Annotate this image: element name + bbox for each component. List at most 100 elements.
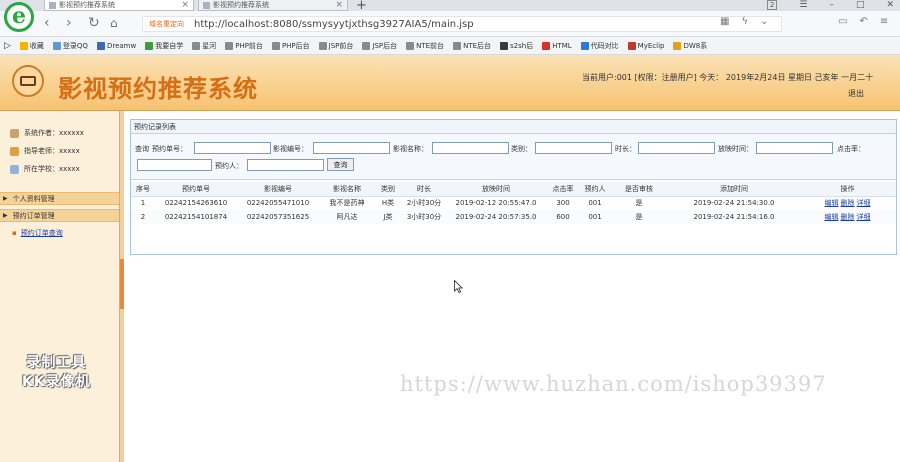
- app-header: 影视预约推荐系统 当前用户:001 [权限：注册用户] 今天： 2019年2月2…: [0, 55, 900, 111]
- column-header: 预约人: [581, 182, 609, 197]
- film-no-input[interactable]: [313, 142, 390, 154]
- browser-tab-1[interactable]: 影视预约推荐系统 ×: [44, 0, 194, 11]
- window-controls: 2 ☰ – □ ✕: [766, 0, 894, 10]
- site-watermark: https://www.huzhan.com/ishop39397: [400, 372, 827, 396]
- browser-tab-2[interactable]: 影视预约推荐系统 ×: [198, 0, 348, 11]
- bookmark-item[interactable]: HTML: [542, 41, 572, 50]
- search-prefix: 查询: [135, 145, 149, 153]
- bookmark-label: NTE前台: [416, 41, 445, 50]
- app-title: 影视预约推荐系统: [58, 75, 258, 103]
- grid-icon[interactable]: ▦: [720, 16, 729, 27]
- sidebar-item-label[interactable]: 预约订单查询: [21, 229, 63, 237]
- column-header: 影视编号: [237, 182, 319, 197]
- redirect-tag: 域名重定向: [149, 20, 184, 28]
- url-text[interactable]: http://localhost:8080/ssmysyytjxthsg3927…: [194, 19, 474, 30]
- bookmark-item[interactable]: NTE后台: [453, 41, 491, 51]
- bookmark-item[interactable]: s2sh后: [500, 41, 533, 51]
- detail-link[interactable]: 详细: [857, 213, 871, 221]
- sidebar-section-profile[interactable]: ▶ 个人资料管理: [0, 192, 119, 205]
- bookmark-item[interactable]: Dreamw: [96, 41, 136, 50]
- column-header: 添加时间: [669, 182, 799, 197]
- click-rate-label: 点击率：: [837, 145, 865, 153]
- table-row: 2 02242154101874 02242057351625 阿凡达 J类 3小时30分…: [131, 210, 896, 224]
- search-button[interactable]: 查询: [327, 158, 354, 171]
- bookmark-item[interactable]: 收藏: [19, 41, 44, 51]
- close-window-icon[interactable]: ✕: [886, 0, 894, 10]
- forward-icon[interactable]: ›: [66, 15, 72, 31]
- bookmark-item[interactable]: NTE前台: [406, 41, 444, 51]
- reservation-panel: 预约记录列表 查询 预约单号： 影视编号： 影视名称： 类别： 时长： 放映时间…: [130, 119, 897, 255]
- bookmark-item[interactable]: JSP后台: [362, 41, 397, 51]
- table-cell: 300: [545, 196, 581, 210]
- duration-input[interactable]: [638, 142, 715, 154]
- bookmark-label: HTML: [552, 41, 572, 50]
- film-name-input[interactable]: [432, 142, 509, 154]
- category-input[interactable]: [535, 142, 612, 154]
- bookmark-icon: [19, 41, 28, 50]
- table-cell: 3小时30分: [401, 210, 447, 224]
- column-header: 是否审核: [609, 182, 669, 197]
- panel-title: 预约记录列表: [131, 120, 896, 134]
- table-cell: 是: [609, 210, 669, 224]
- browser-tab-title: 影视预约推荐系统: [59, 1, 115, 9]
- bookmark-icon: [453, 41, 462, 50]
- table-header-row: 序号 预约单号 影视编号 影视名称 类别 时长 放映时间 点击率 预约人 是否审核 添加时间 操作: [131, 182, 896, 197]
- close-tab-icon[interactable]: ×: [181, 0, 189, 10]
- bookmark-icon: [500, 41, 508, 50]
- bookmark-item[interactable]: 我要自学: [145, 41, 183, 51]
- teacher-icon: [10, 146, 19, 156]
- delete-link[interactable]: 删除: [841, 213, 855, 221]
- detail-link[interactable]: 详细: [857, 199, 871, 207]
- reservation-table: 序号 预约单号 影视编号 影视名称 类别 时长 放映时间 点击率 预约人 是否审核 添加时间 操作 1…: [131, 182, 896, 224]
- bookmark-item[interactable]: PHP后台: [271, 41, 310, 51]
- bookmark-item[interactable]: JSP前台: [318, 41, 353, 51]
- bookmark-item[interactable]: 代码对比: [580, 41, 619, 51]
- sidebar: 系统作者：xxxxxx 指导老师：xxxxx 所在学校：xxxxx ▶ 个人资料…: [0, 111, 119, 462]
- undo-icon[interactable]: ↶: [859, 16, 867, 27]
- maximize-icon[interactable]: □: [856, 0, 865, 10]
- bookmark-item[interactable]: 登录QQ: [52, 41, 88, 51]
- bookmark-icon: [52, 41, 61, 50]
- bookmark-item[interactable]: DW8系: [673, 41, 707, 51]
- bookmark-item[interactable]: 星河: [192, 41, 216, 51]
- table-cell: 2019-02-24 21:54:30.0: [669, 196, 799, 210]
- bookmarks-toggle-icon[interactable]: ▷: [4, 41, 11, 51]
- more-menu-icon[interactable]: ≡: [880, 16, 888, 27]
- bookmark-icon: [580, 41, 589, 50]
- user-icon: [10, 128, 19, 138]
- tab-count-badge[interactable]: 2: [766, 0, 778, 10]
- url-field[interactable]: 域名重定向 http://localhost:8080/ssmysyytjxth…: [142, 16, 782, 32]
- bookmark-label: NTE后台: [463, 41, 491, 50]
- reading-icon[interactable]: ▭: [838, 16, 847, 27]
- home-icon[interactable]: ⌂: [110, 15, 118, 31]
- click-rate-input[interactable]: [137, 159, 212, 171]
- edit-link[interactable]: 编辑: [825, 199, 839, 207]
- table-cell: 2019-02-12 20:55:47.0: [447, 196, 545, 210]
- edit-link[interactable]: 编辑: [825, 213, 839, 221]
- column-header: 操作: [799, 182, 896, 197]
- back-icon[interactable]: ‹: [44, 15, 50, 31]
- close-tab-icon[interactable]: ×: [335, 0, 343, 10]
- order-no-label: 预约单号：: [152, 145, 187, 153]
- bookmark-item[interactable]: MyEclip: [627, 41, 665, 50]
- menu-icon[interactable]: ☰: [799, 0, 807, 10]
- table-cell: 2: [131, 210, 155, 224]
- delete-link[interactable]: 删除: [841, 199, 855, 207]
- sidebar-section-orders[interactable]: ▶ 预约订单管理: [0, 209, 119, 222]
- duration-label: 时长：: [615, 145, 636, 153]
- main-content: 预约记录列表 查询 预约单号： 影视编号： 影视名称： 类别： 时长： 放映时间…: [124, 111, 900, 462]
- table-cell: J类: [375, 210, 401, 224]
- showtime-input[interactable]: [756, 142, 833, 154]
- minimize-icon[interactable]: –: [829, 0, 834, 10]
- bolt-icon[interactable]: ϟ: [741, 16, 748, 27]
- reload-icon[interactable]: ↻: [88, 15, 100, 31]
- sidebar-item-order-query[interactable]: ▪ 预约订单查询: [12, 228, 63, 238]
- table-cell: 001: [581, 196, 609, 210]
- chevron-down-icon[interactable]: ⌄: [760, 16, 768, 27]
- bookmark-label: MyEclip: [637, 41, 665, 50]
- search-form: 查询 预约单号： 影视编号： 影视名称： 类别： 时长： 放映时间： 点击率： …: [131, 134, 896, 180]
- reserver-input[interactable]: [247, 159, 324, 171]
- bookmark-item[interactable]: PHP前台: [225, 41, 263, 51]
- order-no-input[interactable]: [194, 142, 271, 154]
- logout-link[interactable]: 退出: [848, 88, 864, 99]
